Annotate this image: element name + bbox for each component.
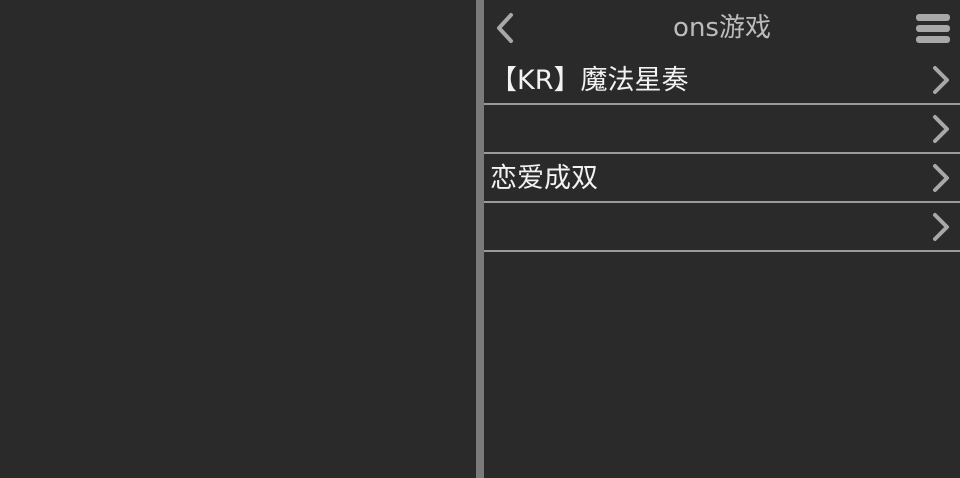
app-window: ons游戏 【KR】魔法星奏 恋爱成双 <box>0 0 960 478</box>
list-item[interactable] <box>484 105 960 154</box>
chevron-right-icon <box>933 164 949 192</box>
page-title: ons游戏 <box>673 13 771 43</box>
chevron-right-icon <box>933 66 949 94</box>
chevron-right-icon <box>933 115 949 143</box>
chevron-right-icon <box>933 213 949 241</box>
left-pane <box>0 0 476 478</box>
pane-divider[interactable] <box>476 0 484 478</box>
list-item-label: 【KR】魔法星奏 <box>490 65 689 96</box>
back-button[interactable] <box>490 10 520 46</box>
hamburger-menu-icon-bar <box>916 24 950 32</box>
list-item[interactable]: 恋爱成双 <box>484 154 960 203</box>
chevron-left-icon <box>497 13 513 43</box>
game-list-pane: ons游戏 【KR】魔法星奏 恋爱成双 <box>484 0 960 478</box>
hamburger-menu-icon-bar <box>916 35 950 43</box>
header-bar: ons游戏 <box>484 0 960 56</box>
list-item[interactable] <box>484 203 960 252</box>
hamburger-menu-icon <box>916 13 950 21</box>
list-item-label: 恋爱成双 <box>490 163 598 194</box>
list-item[interactable]: 【KR】魔法星奏 <box>484 56 960 105</box>
game-list: 【KR】魔法星奏 恋爱成双 <box>484 56 960 252</box>
menu-button[interactable] <box>916 10 950 46</box>
